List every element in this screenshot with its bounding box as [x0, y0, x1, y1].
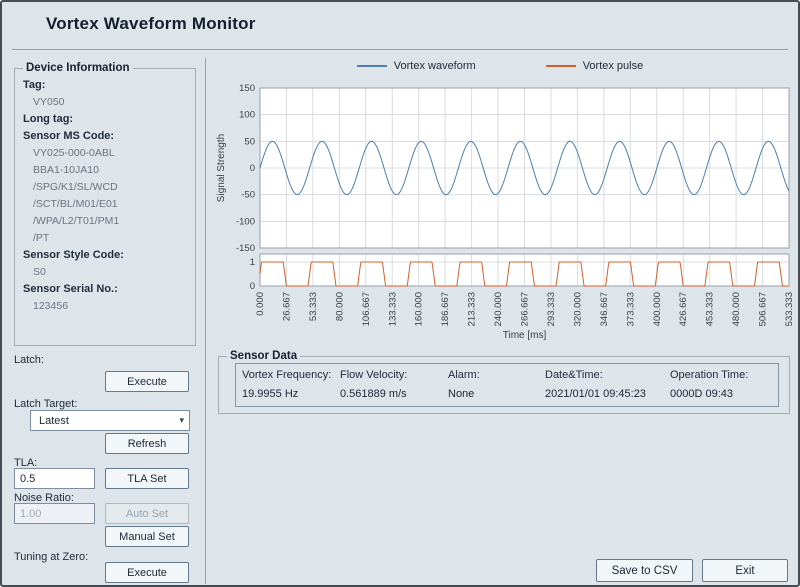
svg-text:-150: -150 [236, 243, 255, 254]
sensor-column-header: Vortex Frequency: [236, 367, 334, 383]
svg-text:453.333: 453.333 [705, 292, 716, 326]
flow-velocity-value: 0.561889 m/s [334, 383, 442, 400]
waveform-legend-swatch [357, 65, 387, 67]
svg-text:0.000: 0.000 [255, 292, 266, 316]
device-field-value: /SPG/K1/SL/WCD [23, 181, 187, 193]
tuning-execute-button[interactable]: Execute [105, 562, 189, 583]
svg-text:373.333: 373.333 [625, 292, 636, 326]
sensor-data-table: Vortex Frequency: Flow Velocity: Alarm: … [235, 363, 779, 407]
alarm-value: None [442, 383, 539, 400]
vortex-waveform-monitor-window: Vortex Waveform Monitor Device Informati… [0, 0, 800, 587]
pulse-legend-label: Vortex pulse [583, 60, 644, 72]
refresh-button[interactable]: Refresh [105, 433, 189, 454]
operation-time-value: 0000D 09:43 [664, 383, 778, 400]
svg-text:160.000: 160.000 [414, 292, 425, 326]
device-information-group: Device Information Tag: VY050 Long tag: … [14, 62, 196, 346]
device-field-value: /SCT/BL/M01/E01 [23, 198, 187, 210]
sensor-column-header: Operation Time: [664, 367, 778, 383]
svg-text:506.667: 506.667 [758, 292, 769, 326]
svg-text:100: 100 [239, 110, 255, 121]
right-panel: Vortex waveform Vortex pulse 0.000 26.667… [206, 58, 794, 584]
device-field-label: Sensor Style Code: [23, 249, 187, 261]
sensor-column-header: Date&Time: [539, 367, 664, 383]
svg-text:-50: -50 [241, 190, 255, 201]
device-information-title: Device Information [23, 62, 133, 74]
chevron-down-icon: ▾ [179, 415, 184, 426]
svg-text:-100: -100 [236, 216, 255, 227]
legend-item-pulse: Vortex pulse [546, 60, 644, 72]
svg-text:0: 0 [250, 281, 255, 292]
exit-button[interactable]: Exit [702, 559, 788, 582]
tla-set-button[interactable]: TLA Set [105, 468, 189, 489]
manual-set-button[interactable]: Manual Set [105, 526, 189, 547]
svg-text:26.667: 26.667 [281, 292, 292, 321]
svg-text:240.000: 240.000 [493, 292, 504, 326]
svg-text:266.667: 266.667 [520, 292, 531, 326]
waveform-legend-label: Vortex waveform [394, 60, 476, 72]
svg-text:213.333: 213.333 [467, 292, 478, 326]
waveform-chart: 0.000 26.667 53.333 80.000 106.667 133.333 160… [212, 80, 794, 344]
sensor-data-group: Sensor Data Vortex Frequency: Flow Veloc… [218, 350, 790, 414]
latch-target-label: Latch Target: [14, 398, 77, 410]
latch-target-select[interactable]: Latest ▾ [30, 410, 190, 431]
device-field-label: Sensor MS Code: [23, 130, 187, 142]
left-panel: Device Information Tag: VY050 Long tag: … [12, 58, 200, 584]
legend-item-waveform: Vortex waveform [357, 60, 476, 72]
svg-text:Time [ms]: Time [ms] [503, 330, 547, 341]
save-to-csv-button[interactable]: Save to CSV [596, 559, 693, 582]
device-field-value: VY025-000-0ABL [23, 147, 187, 159]
svg-text:0: 0 [250, 163, 255, 174]
svg-text:346.667: 346.667 [599, 292, 610, 326]
device-field-value: VY050 [23, 96, 187, 108]
svg-text:50: 50 [244, 136, 255, 147]
sensor-data-title: Sensor Data [227, 350, 300, 362]
device-field-value: BBA1-10JA10 [23, 164, 187, 176]
tuning-at-zero-label: Tuning at Zero: [14, 551, 88, 563]
device-field-label: Tag: [23, 79, 187, 91]
sensor-column-header: Alarm: [442, 367, 539, 383]
page-title: Vortex Waveform Monitor [46, 14, 256, 34]
svg-text:426.667: 426.667 [678, 292, 689, 326]
svg-text:106.667: 106.667 [361, 292, 372, 326]
chart-legend: Vortex waveform Vortex pulse [206, 60, 794, 72]
latch-execute-button[interactable]: Execute [105, 371, 189, 392]
svg-text:Signal Strength: Signal Strength [216, 134, 227, 202]
device-field-value: S0 [23, 266, 187, 278]
svg-text:150: 150 [239, 83, 255, 94]
device-field-value: /PT [23, 232, 187, 244]
svg-text:293.333: 293.333 [546, 292, 557, 326]
title-separator [12, 49, 788, 50]
svg-text:53.333: 53.333 [308, 292, 319, 321]
tla-input[interactable] [14, 468, 95, 489]
noise-ratio-input [14, 503, 95, 524]
device-field-label: Sensor Serial No.: [23, 283, 187, 295]
svg-text:186.667: 186.667 [440, 292, 451, 326]
svg-text:1: 1 [250, 257, 255, 268]
latch-label: Latch: [14, 354, 44, 366]
auto-set-button: Auto Set [105, 503, 189, 524]
device-field-value: 123456 [23, 300, 187, 312]
device-field-label: Long tag: [23, 113, 187, 125]
svg-text:400.000: 400.000 [652, 292, 663, 326]
svg-text:480.000: 480.000 [731, 292, 742, 326]
sensor-column-header: Flow Velocity: [334, 367, 442, 383]
device-field-value: /WPA/L2/T01/PM1 [23, 215, 187, 227]
pulse-legend-swatch [546, 65, 576, 67]
datetime-value: 2021/01/01 09:45:23 [539, 383, 664, 400]
latch-target-value: Latest [39, 415, 69, 427]
svg-text:320.000: 320.000 [572, 292, 583, 326]
svg-text:533.333: 533.333 [784, 292, 794, 326]
vortex-frequency-value: 19.9955 Hz [236, 383, 334, 400]
svg-text:133.333: 133.333 [387, 292, 398, 326]
svg-text:80.000: 80.000 [334, 292, 345, 321]
